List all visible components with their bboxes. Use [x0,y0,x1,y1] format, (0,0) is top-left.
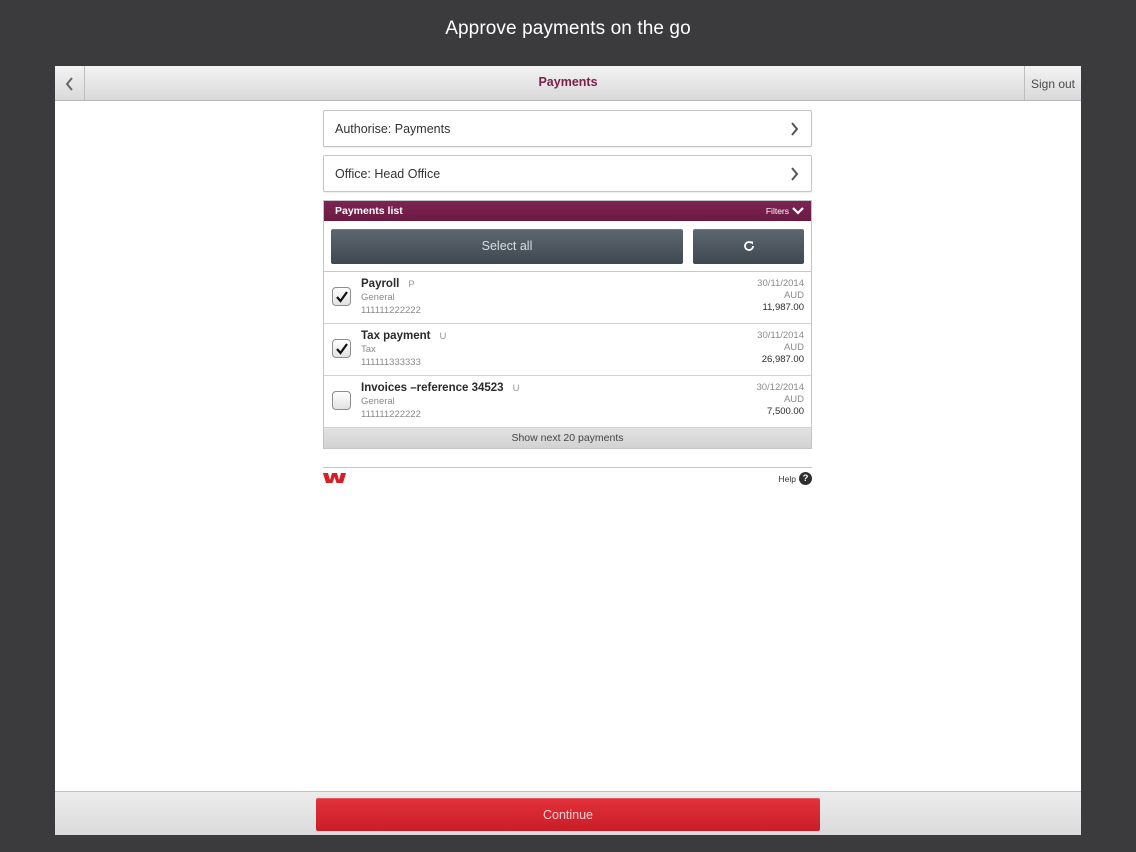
payment-status-code: U [439,331,447,342]
payment-name: Tax payment U [361,330,446,342]
marketing-caption: Approve payments on the go [445,18,691,39]
navigation-bar: Payments Sign out [55,66,1081,101]
payment-date: 30/11/2014 [757,330,804,341]
bottom-toolbar: Continue [55,791,1081,835]
refresh-icon [743,241,754,251]
panel-footer: Help ? [323,467,812,487]
payments-list-header: Payments list Filters [324,201,811,221]
checkmark-icon [335,342,348,355]
payments-list-panel: Payments list Filters Select all Payroll… [323,200,812,449]
help-label: Help [778,473,796,484]
payment-date: 30/12/2014 [756,382,804,393]
payment-name: Invoices –reference 34523 U [361,382,519,394]
list-actions: Select all [324,221,811,272]
authorise-selector[interactable]: Authorise: Payments [323,110,812,147]
payment-name-text: Tax payment [361,330,431,342]
show-next-button[interactable]: Show next 20 payments [324,428,811,448]
checkmark-icon [335,290,348,303]
chevron-right-icon [788,166,800,181]
payment-checkbox[interactable] [332,287,351,306]
payment-type: General [361,396,395,407]
payment-date: 30/11/2014 [757,278,804,289]
help-button[interactable]: Help ? [779,472,812,485]
sign-out-button[interactable]: Sign out [1024,66,1081,101]
payment-amount: 11,987.00 [762,302,804,313]
payment-row[interactable]: Invoices –reference 34523 U General 11111… [324,376,811,428]
filters-toggle[interactable]: Filters [766,206,804,216]
payment-name-text: Invoices –reference 34523 [361,382,504,394]
chevron-down-icon [792,207,804,215]
page-title: Payments [538,75,598,89]
help-icon: ? [799,472,812,485]
chevron-right-icon [788,121,800,136]
payment-checkbox[interactable] [332,391,351,410]
select-all-button[interactable]: Select all [331,228,683,264]
payment-amount: 26,987.00 [761,354,804,365]
payment-account: 111111333333 [361,357,421,368]
payment-row[interactable]: Payroll P General 111111222222 30/11/2014… [324,272,811,324]
payment-status-code: U [512,383,520,394]
refresh-button[interactable] [693,228,804,264]
payment-currency: AUD [783,290,804,301]
payments-list-title: Payments list [335,205,403,217]
payment-currency: AUD [783,394,804,405]
westpac-logo [323,473,346,483]
payment-amount: 7,500.00 [767,406,804,417]
payment-checkbox[interactable] [332,339,351,358]
payment-type: Tax [361,344,376,355]
payment-currency: AUD [783,342,804,353]
app-window: Payments Sign out Authorise: Payments Of… [55,66,1081,835]
payment-status-code: P [408,279,415,290]
payment-account: 111111222222 [361,409,421,420]
payment-row[interactable]: Tax payment U Tax 111111333333 30/11/2014… [324,324,811,376]
office-selector-label: Office: Head Office [335,166,441,181]
main-content: Authorise: Payments Office: Head Office … [323,110,812,487]
payment-name-text: Payroll [361,278,400,290]
payment-account: 111111222222 [361,305,421,316]
payment-name: Payroll P [361,278,415,290]
filters-label: Filters [765,206,789,216]
payment-type: General [361,292,395,303]
authorise-selector-label: Authorise: Payments [335,121,451,136]
office-selector[interactable]: Office: Head Office [323,155,812,192]
continue-button[interactable]: Continue [316,798,820,831]
